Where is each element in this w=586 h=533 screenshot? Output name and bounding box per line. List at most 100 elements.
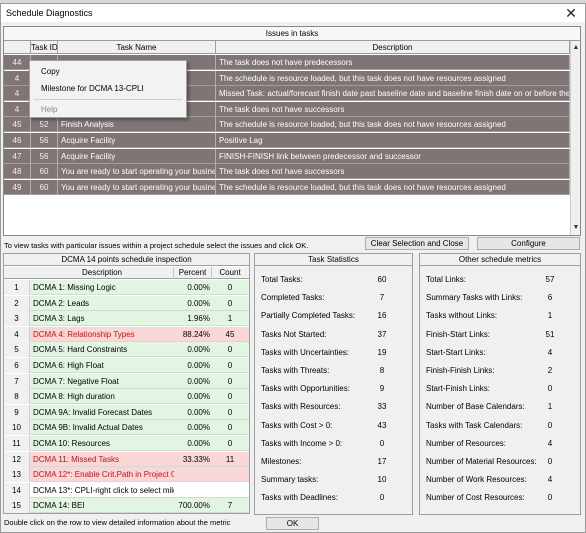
stat-value: 1: [547, 402, 553, 412]
close-icon[interactable]: ✕: [563, 5, 579, 21]
dcma-row[interactable]: 6 DCMA 6: High Float 0.00% 0: [4, 358, 249, 373]
stat-value: 0: [547, 420, 553, 430]
dcma-row-number: 15: [4, 498, 30, 514]
dcma-percent: 0.00%: [187, 407, 210, 417]
dcma-percent: 0.00%: [187, 298, 210, 308]
task-name-cell: Acquire Facility: [58, 133, 216, 148]
schedule-diagnostics-window: Schedule Diagnostics ✕ Issues in tasks T…: [0, 3, 586, 533]
description-cell: Missed Task: actual/forecast finish date…: [216, 86, 570, 102]
task-name-cell: You are ready to start operating your bu…: [58, 179, 216, 195]
configure-button[interactable]: Configure: [477, 237, 580, 250]
description-cell: Positive Lag: [216, 133, 570, 148]
stat-label: Start-Start Links:: [426, 347, 486, 357]
dcma-row-number: 6: [4, 358, 30, 373]
issue-row[interactable]: 48 60 You are ready to start operating you…: [4, 164, 570, 180]
stat-label: Tasks with Opportunities:: [261, 384, 350, 394]
stat-value: 6: [547, 293, 553, 303]
dcma-row[interactable]: 13 DCMA 12*: Enable Crit.Path in Project …: [4, 467, 249, 483]
dcma-row-number: 14: [4, 482, 30, 498]
stat-value: 10: [377, 475, 387, 485]
stat-value: 2: [547, 366, 553, 375]
stat-value: 37: [377, 329, 387, 339]
stat-row: Start-Finish Links: 0: [420, 380, 580, 398]
stat-label: Tasks with Uncertainties:: [261, 347, 350, 357]
dcma-percent: 0.00%: [187, 283, 210, 292]
title-bar: Schedule Diagnostics ✕: [1, 4, 585, 22]
dcma-description: DCMA 12*: Enable Crit.Path in Project Op…: [33, 470, 174, 480]
scroll-up-icon[interactable]: ▲: [572, 43, 580, 53]
dcma-row[interactable]: 2 DCMA 2: Leads 0.00% 0: [4, 295, 249, 311]
dcma-row[interactable]: 4 DCMA 4: Relationship Types 88.24% 45: [4, 326, 249, 342]
stat-label: Start-Finish Links:: [426, 384, 491, 394]
stat-label: Summary tasks:: [261, 475, 319, 485]
stat-row: Tasks with Task Calendars: 0: [420, 417, 580, 435]
task-id-cell: 60: [31, 179, 58, 195]
dcma-row[interactable]: 9 DCMA 9A: Invalid Forecast Dates 0.00% 0: [4, 404, 249, 420]
issue-row[interactable]: 47 56 Acquire Facility FINISH-FINISH link b…: [4, 148, 570, 164]
stat-row: Tasks with Income > 0: 0: [255, 435, 412, 453]
dcma-percent: 0.00%: [187, 439, 210, 448]
dcma-row[interactable]: 12 DCMA 11: Missed Tasks 33.33% 11: [4, 451, 249, 467]
dcma-row[interactable]: 1 DCMA 1: Missing Logic 0.00% 0: [4, 280, 249, 295]
dcma-row[interactable]: 5 DCMA 5: Hard Constraints 0.00% 0: [4, 342, 249, 358]
dcma-row-number: 11: [4, 436, 30, 451]
stat-value: 0: [379, 493, 385, 503]
stat-value: 4: [547, 347, 553, 357]
issues-vertical-scrollbar[interactable]: ▲ ▼: [570, 41, 580, 235]
task-name-cell: Acquire Facility: [58, 148, 216, 164]
clear-selection-and-close-button[interactable]: Clear Selection and Close: [365, 237, 469, 250]
stat-row: Summary tasks: 10: [255, 471, 412, 489]
menu-item-copy[interactable]: Copy: [30, 64, 186, 79]
task-name-header[interactable]: Task Name: [58, 41, 216, 54]
task-id-cell: 56: [31, 133, 58, 148]
stat-row: Finish-Finish Links: 2: [420, 362, 580, 380]
task-id-cell: 56: [31, 148, 58, 164]
dcma-count: 1: [227, 314, 233, 324]
task-id-header[interactable]: Task ID: [31, 41, 58, 54]
other-metrics-title: Other schedule metrics: [420, 254, 580, 266]
dcma-count: 0: [227, 423, 233, 433]
row-number: 46: [4, 133, 31, 148]
dcma-count: 0: [227, 283, 233, 292]
stat-value: 33: [377, 402, 387, 412]
dcma-row[interactable]: 8 DCMA 8: High duration 0.00% 0: [4, 389, 249, 405]
dcma-row[interactable]: 7 DCMA 7: Negative Float 0.00% 0: [4, 373, 249, 389]
stat-row: Start-Start Links: 4: [420, 344, 580, 362]
dcma-row-number: 9: [4, 404, 30, 420]
dcma-count: 0: [227, 392, 233, 402]
window-title: Schedule Diagnostics: [6, 8, 93, 18]
dcma-row-number: 7: [4, 373, 30, 389]
task-name-cell: You are ready to start operating your bu…: [58, 164, 216, 180]
stat-value: 51: [545, 329, 555, 339]
stat-label: Tasks with Task Calendars:: [426, 420, 523, 430]
dcma-percent: 88.24%: [182, 329, 210, 339]
dcma-row[interactable]: 10 DCMA 9B: Invalid Actual Dates 0.00% 0: [4, 420, 249, 436]
stat-label: Total Tasks:: [261, 275, 303, 284]
ok-button[interactable]: OK: [266, 517, 319, 530]
stat-row: Milestones: 17: [255, 453, 412, 471]
dcma-count: 0: [227, 298, 233, 308]
dcma-row[interactable]: 3 DCMA 3: Lags 1.96% 1: [4, 311, 249, 327]
stat-label: Number of Base Calendars:: [426, 402, 525, 412]
dcma-count: 7: [227, 501, 233, 511]
description-header[interactable]: Description: [216, 41, 570, 54]
task-id-cell: 52: [31, 117, 58, 133]
stat-row: Number of Material Resources: 0: [420, 453, 580, 471]
issue-row[interactable]: 46 56 Acquire Facility Positive Lag: [4, 133, 570, 148]
stat-value: 0: [379, 438, 385, 448]
menu-separator: [34, 99, 182, 100]
scroll-down-icon[interactable]: ▼: [572, 223, 580, 233]
dcma-percent: 0.00%: [187, 361, 210, 370]
dcma-row[interactable]: 14 DCMA 13*: CPLI-right click to select m…: [4, 482, 249, 498]
stat-label: Tasks with Threats:: [261, 366, 330, 375]
dcma-percent: 33.33%: [182, 454, 210, 464]
stat-row: Tasks Not Started: 37: [255, 326, 412, 344]
dcma-row[interactable]: 11 DCMA 10: Resources 0.00% 0: [4, 436, 249, 451]
issue-row[interactable]: 49 60 You are ready to start operating you…: [4, 179, 570, 195]
menu-item-milestone-dcma13[interactable]: Milestone for DCMA 13-CPLI: [30, 81, 186, 96]
dcma-description: DCMA 6: High Float: [33, 361, 104, 370]
stat-label: Tasks with Cost > 0:: [261, 420, 333, 430]
issue-row[interactable]: 45 52 Finish Analysis The schedule is resou…: [4, 117, 570, 133]
dcma-row[interactable]: 15 DCMA 14: BEI 700.00% 7: [4, 498, 249, 514]
menu-item-help[interactable]: Help: [30, 102, 186, 117]
